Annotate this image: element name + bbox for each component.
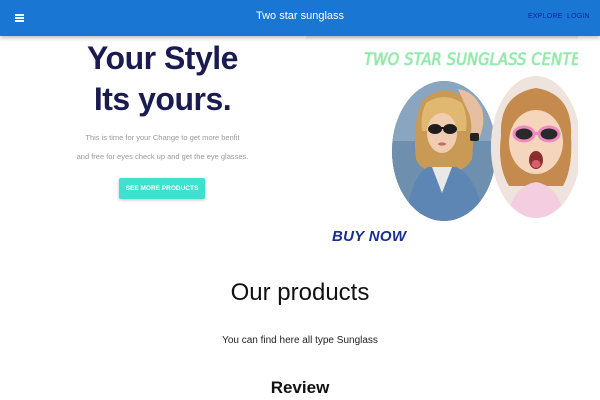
hero-title-line2: Its yours. <box>93 81 232 117</box>
banner-heading: TWO STAR SUNGLASS CENTER <box>364 50 578 70</box>
nav-explore-link[interactable]: EXPLORE <box>528 13 562 20</box>
site-title: Two star sunglass <box>255 10 345 22</box>
woman-sunglasses-image <box>392 81 496 221</box>
buy-now-label[interactable]: BUY NOW <box>332 228 406 245</box>
products-subtitle: You can find here all type Sunglass <box>222 335 378 346</box>
review-title: Review <box>270 378 330 397</box>
app-bar: Two star sunglass EXPLORE LOGIN <box>0 0 600 36</box>
hero-subtitle-line2: and free for eyes check up and get the e… <box>76 152 249 161</box>
promo-banner[interactable]: TWO STAR SUNGLASS CENTER BUY NOW <box>306 36 578 252</box>
see-more-products-button[interactable]: SEE MORE PRODUCTS <box>119 178 205 199</box>
nav-login-link[interactable]: LOGIN <box>567 13 590 20</box>
girl-sunglasses-image <box>491 76 578 218</box>
menu-button[interactable] <box>8 7 30 29</box>
products-title: Our products <box>230 279 370 306</box>
menu-icon <box>14 14 24 22</box>
hero-subtitle-line1: This is time for your Change to get more… <box>85 133 240 142</box>
banner-top-shadow <box>306 36 578 40</box>
hero-title-line1: Your Style <box>87 40 238 76</box>
